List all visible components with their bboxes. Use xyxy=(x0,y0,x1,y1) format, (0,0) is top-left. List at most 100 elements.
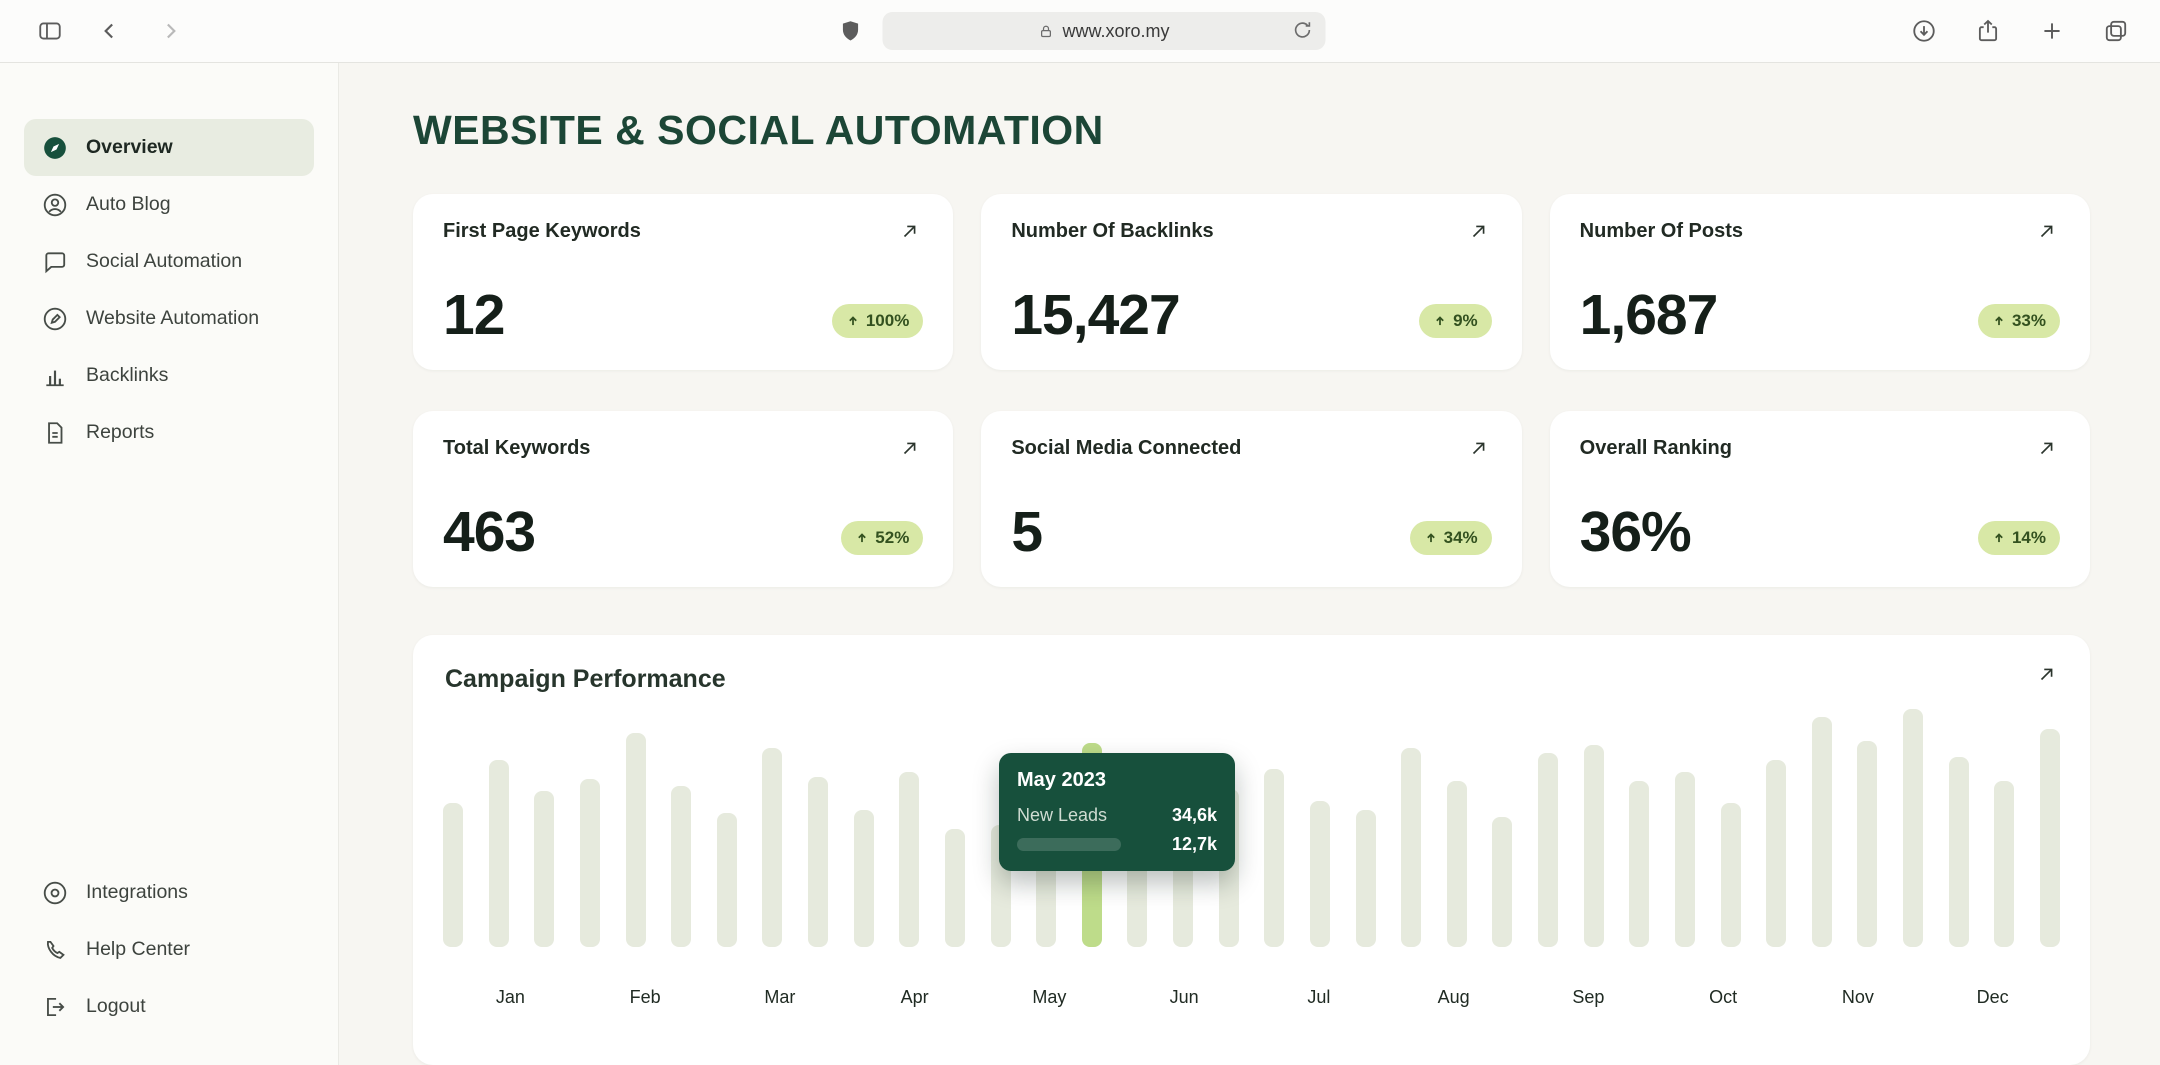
sidebar-item-label: Social Automation xyxy=(86,250,242,273)
arrow-up-icon xyxy=(1433,314,1447,328)
bar[interactable] xyxy=(1675,772,1695,947)
expand-arrow-icon[interactable] xyxy=(1468,220,1492,244)
stat-value: 12 xyxy=(443,287,504,344)
bar[interactable] xyxy=(1447,781,1467,947)
bar[interactable] xyxy=(1538,753,1558,947)
bar[interactable] xyxy=(1994,781,2014,947)
bar[interactable] xyxy=(489,760,509,947)
tooltip-progress-bar xyxy=(1017,838,1121,851)
bar[interactable] xyxy=(717,813,737,947)
new-tab-icon[interactable] xyxy=(2036,15,2068,47)
bar[interactable] xyxy=(1766,760,1786,947)
expand-arrow-icon[interactable] xyxy=(899,220,923,244)
forward-button[interactable] xyxy=(154,15,186,47)
sidebar-item-logout[interactable]: Logout xyxy=(24,978,314,1035)
month-label: Jun xyxy=(1117,987,1252,1008)
bar[interactable] xyxy=(808,777,828,947)
sidebar-item-label: Logout xyxy=(86,995,146,1018)
arrow-up-icon xyxy=(1424,531,1438,545)
refresh-icon[interactable] xyxy=(1292,19,1316,43)
sidebar-item-website-automation[interactable]: Website Automation xyxy=(24,290,314,347)
privacy-shield-icon[interactable] xyxy=(835,15,867,47)
bar[interactable] xyxy=(1310,801,1330,947)
expand-arrow-icon[interactable] xyxy=(2036,220,2060,244)
stat-card-social-media-connected: Social Media Connected 5 34% xyxy=(981,411,1521,587)
expand-arrow-icon[interactable] xyxy=(1468,437,1492,461)
sidebar-item-label: Backlinks xyxy=(86,364,168,387)
sidebar-item-overview[interactable]: Overview xyxy=(24,119,314,176)
stat-card-overall-ranking: Overall Ranking 36% 14% xyxy=(1550,411,2090,587)
chat-icon xyxy=(41,248,68,275)
bar[interactable] xyxy=(1857,741,1877,947)
bar[interactable] xyxy=(1584,745,1604,947)
phone-icon xyxy=(41,936,68,963)
change-badge: 100% xyxy=(832,304,923,338)
bar[interactable] xyxy=(945,829,965,947)
bar[interactable] xyxy=(899,772,919,947)
compass-icon xyxy=(41,134,68,161)
bar[interactable] xyxy=(1492,817,1512,947)
expand-arrow-icon[interactable] xyxy=(2036,663,2060,687)
bar[interactable] xyxy=(1356,810,1376,947)
sidebar-item-auto-blog[interactable]: Auto Blog xyxy=(24,176,314,233)
address-bar[interactable]: www.xoro.my xyxy=(883,12,1326,50)
stat-label: Social Media Connected xyxy=(1011,437,1241,460)
sidebar-item-help-center[interactable]: Help Center xyxy=(24,921,314,978)
bar[interactable] xyxy=(854,810,874,947)
sidebar-item-reports[interactable]: Reports xyxy=(24,404,314,461)
change-badge: 9% xyxy=(1419,304,1492,338)
stat-card-number-of-backlinks: Number Of Backlinks 15,427 9% xyxy=(981,194,1521,370)
expand-arrow-icon[interactable] xyxy=(2036,437,2060,461)
sidebar-item-backlinks[interactable]: Backlinks xyxy=(24,347,314,404)
bar[interactable] xyxy=(580,779,600,947)
bar[interactable] xyxy=(1401,748,1421,947)
stat-label: Total Keywords xyxy=(443,437,590,460)
arrow-up-icon xyxy=(846,314,860,328)
month-label: Mar xyxy=(713,987,848,1008)
sidebar-item-integrations[interactable]: Integrations xyxy=(24,864,314,921)
sidebar-toggle-icon[interactable] xyxy=(34,15,66,47)
bar[interactable] xyxy=(626,733,646,947)
main-content: WEBSITE & SOCIAL AUTOMATION First Page K… xyxy=(339,63,2160,1065)
sidebar-item-social-automation[interactable]: Social Automation xyxy=(24,233,314,290)
back-button[interactable] xyxy=(94,15,126,47)
month-label: Oct xyxy=(1656,987,1791,1008)
stat-label: First Page Keywords xyxy=(443,220,641,243)
month-label: Feb xyxy=(578,987,713,1008)
bar[interactable] xyxy=(2040,729,2060,947)
bar[interactable] xyxy=(671,786,691,947)
bar[interactable] xyxy=(1949,757,1969,947)
page-title: WEBSITE & SOCIAL AUTOMATION xyxy=(413,107,2090,154)
chart-tooltip: May 2023 New Leads 34,6k 12,7k xyxy=(999,753,1235,871)
stat-value: 463 xyxy=(443,504,535,561)
tab-overview-icon[interactable] xyxy=(2100,15,2132,47)
bar[interactable] xyxy=(443,803,463,947)
sidebar: Overview Auto Blog Social Automation Web… xyxy=(0,63,339,1065)
stat-label: Overall Ranking xyxy=(1580,437,1732,460)
bar[interactable] xyxy=(1903,709,1923,947)
share-icon[interactable] xyxy=(1972,15,2004,47)
document-icon xyxy=(41,419,68,446)
integrations-icon xyxy=(41,879,68,906)
change-badge: 34% xyxy=(1410,521,1492,555)
arrow-up-icon xyxy=(855,531,869,545)
bar[interactable] xyxy=(1629,781,1649,947)
stat-label: Number Of Posts xyxy=(1580,220,1743,243)
downloads-icon[interactable] xyxy=(1908,15,1940,47)
bar[interactable] xyxy=(1264,769,1284,947)
bar[interactable] xyxy=(1812,717,1832,947)
campaign-performance-card: Campaign Performance JanFebMarAprMayJunJ… xyxy=(413,635,2090,1065)
expand-arrow-icon[interactable] xyxy=(899,437,923,461)
bar[interactable] xyxy=(534,791,554,947)
sidebar-footer: Integrations Help Center Logout xyxy=(24,864,314,1035)
user-icon xyxy=(41,191,68,218)
bar-chart-icon xyxy=(41,362,68,389)
month-label: Apr xyxy=(847,987,982,1008)
change-badge: 14% xyxy=(1978,521,2060,555)
tooltip-value: 34,6k xyxy=(1172,805,1217,826)
bar[interactable] xyxy=(762,748,782,947)
month-label: Dec xyxy=(1925,987,2060,1008)
stat-value: 1,687 xyxy=(1580,287,1718,344)
bar[interactable] xyxy=(1721,803,1741,947)
lock-icon xyxy=(1038,24,1053,39)
